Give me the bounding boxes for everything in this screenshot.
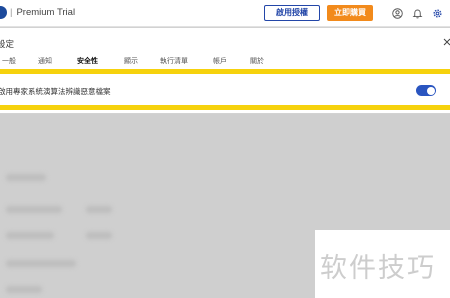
top-bar: | Premium Trial 啟用授權 立即購買	[0, 0, 450, 27]
expert-system-toggle[interactable]	[416, 85, 436, 96]
blurred-item	[6, 260, 76, 267]
close-icon[interactable]	[442, 37, 450, 47]
blurred-item	[6, 174, 46, 181]
settings-tabs: 一般 通知 安全性 顯示 執行清單 帳戶 關於	[0, 54, 450, 66]
buy-now-button[interactable]: 立即購買	[327, 5, 373, 21]
tab-notifications[interactable]: 通知	[38, 56, 52, 66]
panel-title: 設定	[0, 40, 15, 50]
tab-about[interactable]: 關於	[250, 56, 264, 66]
settings-panel: 設定 一般 通知 安全性 顯示 執行清單 帳戶 關於 啟用專家系統演算法辨識惡意…	[0, 28, 450, 113]
app-title-text: Premium Trial	[16, 7, 76, 18]
activate-license-button[interactable]: 啟用授權	[264, 5, 320, 21]
user-icon[interactable]	[392, 8, 403, 19]
gear-icon[interactable]	[432, 8, 443, 19]
app-title: | Premium Trial	[10, 7, 75, 18]
tab-display[interactable]: 顯示	[124, 56, 138, 66]
toggle-knob	[426, 86, 435, 95]
expert-system-setting-label: 啟用專家系統演算法辨識惡意檔案	[0, 87, 111, 96]
watermark-text: 软件技巧	[320, 253, 436, 284]
tab-run-list[interactable]: 執行清單	[160, 56, 188, 66]
blurred-item	[6, 286, 42, 293]
highlight-line-bottom	[0, 105, 450, 110]
bell-icon[interactable]	[412, 8, 423, 19]
tab-general[interactable]: 一般	[2, 56, 16, 66]
watermark: 软件技巧	[315, 230, 450, 298]
blurred-item	[86, 232, 112, 239]
blurred-item	[86, 206, 112, 213]
blurred-item	[6, 232, 54, 239]
blurred-item	[6, 206, 62, 213]
tab-security[interactable]: 安全性	[77, 56, 98, 66]
tab-account[interactable]: 帳戶	[213, 56, 227, 66]
title-separator: |	[10, 7, 13, 18]
app-logo	[0, 6, 7, 19]
highlight-line-top	[0, 69, 450, 74]
expert-system-setting-row: 啟用專家系統演算法辨識惡意檔案	[0, 78, 450, 104]
